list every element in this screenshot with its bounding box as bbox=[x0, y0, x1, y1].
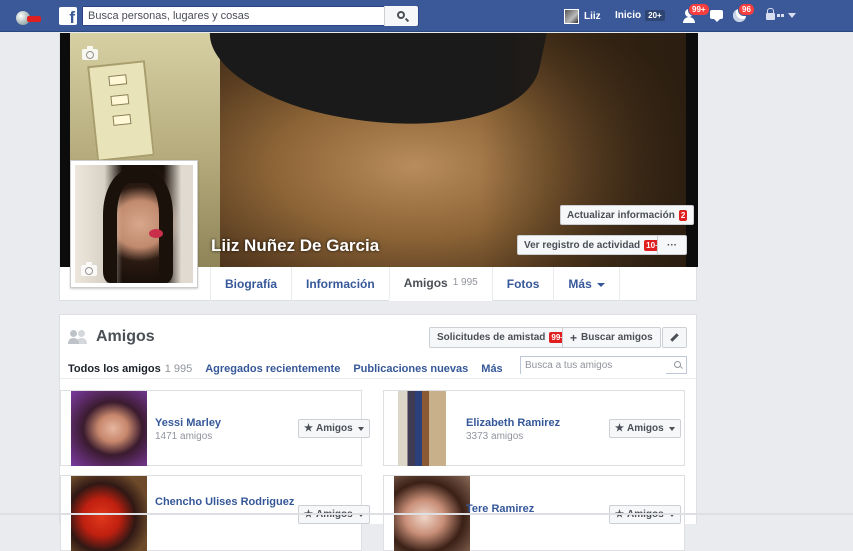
chevron-down-icon bbox=[668, 426, 675, 431]
update-info-button[interactable]: Actualizar información 2 bbox=[560, 205, 695, 225]
friend-count: 3373 amigos bbox=[466, 431, 524, 442]
update-info-badge: 2 bbox=[678, 209, 688, 221]
friend-search-input[interactable] bbox=[521, 357, 666, 374]
notifications-icon[interactable]: 96 bbox=[732, 3, 755, 24]
friend-card: Elizabeth Ramirez 3373 amigos ★ Amigos bbox=[383, 390, 685, 466]
tab-label: Amigos bbox=[403, 275, 448, 290]
messages-icon[interactable] bbox=[708, 8, 726, 24]
plus-icon: + bbox=[570, 330, 578, 345]
friend-requests-label: Solicitudes de amistad bbox=[437, 332, 546, 343]
activity-log-button[interactable]: Ver registro de actividad 10+ bbox=[517, 235, 669, 255]
profile-picture[interactable] bbox=[70, 160, 198, 288]
friend-search-box bbox=[520, 356, 687, 374]
friend-name[interactable]: Yessi Marley bbox=[155, 416, 221, 430]
friend-name[interactable]: Elizabeth Ramirez bbox=[466, 416, 560, 430]
friend-count: 1471 amigos bbox=[155, 431, 213, 442]
activity-log-label: Ver registro de actividad bbox=[524, 239, 641, 251]
facebook-logo-icon[interactable]: f bbox=[59, 7, 77, 25]
camera-icon[interactable] bbox=[82, 46, 98, 60]
more-options-button[interactable]: ··· bbox=[657, 235, 687, 255]
tab-label: Fotos bbox=[506, 277, 540, 291]
friends-icon bbox=[68, 330, 88, 344]
friend-requests-button[interactable]: Solicitudes de amistad 99+ bbox=[429, 327, 575, 348]
tab-friends[interactable]: Amigos 1 995 bbox=[388, 267, 492, 301]
friends-status-button[interactable]: ★Amigos bbox=[609, 419, 681, 438]
home-link[interactable]: Inicio 20+ bbox=[615, 10, 665, 21]
update-info-label: Actualizar información bbox=[567, 209, 675, 221]
account-menu-caret-icon[interactable] bbox=[788, 13, 796, 18]
privacy-shortcuts-icon[interactable] bbox=[766, 8, 780, 20]
browser-extension-icon[interactable] bbox=[16, 11, 42, 25]
friend-card: Yessi Marley 1471 amigos ★ Amigos bbox=[60, 390, 370, 466]
search-icon bbox=[397, 11, 405, 19]
search-icon[interactable] bbox=[674, 361, 681, 368]
search-box bbox=[82, 6, 419, 26]
tab-label: Biografía bbox=[225, 277, 278, 291]
home-count-badge: 20+ bbox=[645, 10, 665, 21]
search-input[interactable] bbox=[83, 7, 383, 25]
friends-status-label: Amigos bbox=[626, 423, 664, 434]
avatar bbox=[564, 8, 579, 24]
pencil-icon bbox=[670, 333, 679, 342]
star-icon: ★ bbox=[304, 423, 313, 434]
tab-label: Más bbox=[568, 277, 592, 291]
divider bbox=[60, 378, 696, 379]
friends-status-label: Amigos bbox=[315, 423, 353, 434]
find-friends-button[interactable]: + Buscar amigos bbox=[562, 327, 661, 348]
friends-subnav: Todos los amigos 1 995 Agregados reciente… bbox=[68, 359, 503, 379]
tab-photos[interactable]: Fotos bbox=[491, 267, 554, 301]
section-title: Amigos bbox=[68, 328, 155, 346]
friends-status-button[interactable]: ★Amigos bbox=[298, 419, 370, 438]
camera-icon[interactable] bbox=[81, 262, 97, 276]
profile-header: Liiz Nuñez De Garcia Actualizar informac… bbox=[59, 33, 698, 301]
friends-count: 1 995 bbox=[452, 277, 478, 288]
tab-more[interactable]: Más bbox=[553, 267, 620, 301]
tab-information[interactable]: Información bbox=[291, 267, 389, 301]
friend-name[interactable]: Chencho Ulises Rodriguez bbox=[155, 495, 294, 509]
subnav-count: 1 995 bbox=[164, 363, 193, 375]
tab-biography[interactable]: Biografía bbox=[210, 267, 291, 301]
section-title-text: Amigos bbox=[96, 328, 155, 345]
profile-tabs: Biografía Información Amigos 1 995 Fotos … bbox=[210, 267, 620, 301]
friend-photo[interactable] bbox=[71, 391, 147, 466]
tab-label: Información bbox=[306, 277, 375, 291]
more-options-icon: ··· bbox=[667, 239, 677, 251]
search-button[interactable] bbox=[384, 6, 418, 26]
find-friends-label: Buscar amigos bbox=[581, 332, 653, 343]
chevron-down-icon bbox=[357, 426, 364, 431]
friend-photo[interactable] bbox=[398, 391, 446, 466]
home-label: Inicio bbox=[615, 10, 642, 21]
top-navigation-bar: f Liiz Inicio 20+ 99+ 96 bbox=[0, 0, 853, 32]
subnav-recently-added[interactable]: Agregados recientemente bbox=[205, 363, 340, 375]
star-icon: ★ bbox=[615, 423, 624, 434]
chevron-down-icon bbox=[596, 283, 605, 287]
profile-link[interactable]: Liiz bbox=[564, 7, 601, 25]
friends-section: Amigos Solicitudes de amistad 99+ + Busc… bbox=[59, 314, 697, 551]
friend-requests-badge: 99+ bbox=[688, 3, 710, 16]
friends-header: Amigos Solicitudes de amistad 99+ + Busc… bbox=[60, 315, 696, 359]
user-name: Liiz bbox=[584, 10, 601, 22]
edit-friends-button[interactable] bbox=[662, 327, 687, 348]
subnav-new-posts[interactable]: Publicaciones nuevas bbox=[353, 363, 468, 375]
profile-name[interactable]: Liiz Nuñez De Garcia bbox=[211, 236, 379, 256]
notifications-badge: 96 bbox=[738, 3, 755, 16]
friend-requests-icon[interactable]: 99+ bbox=[683, 3, 710, 24]
subnav-label: Todos los amigos bbox=[68, 363, 161, 375]
subnav-all-friends[interactable]: Todos los amigos 1 995 bbox=[68, 363, 192, 375]
subnav-more[interactable]: Más bbox=[481, 363, 502, 375]
